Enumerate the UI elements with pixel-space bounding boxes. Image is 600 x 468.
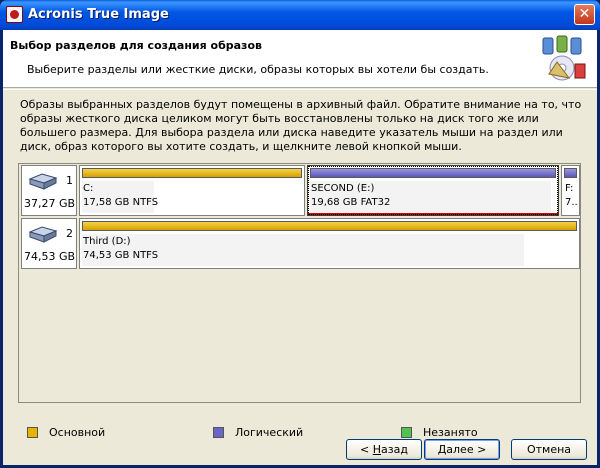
partition-info: 19,68 GB FAT32 <box>311 197 391 208</box>
cancel-button[interactable]: Отмена <box>511 439 587 460</box>
hard-disk-icon <box>28 226 58 243</box>
back-hotkey: Н <box>372 443 382 456</box>
partition-map: 1 37,27 GB C: 17,58 GB NTFS SECOND (E:) … <box>18 163 581 403</box>
disk-row-2: 2 74,53 GB Third (D:) 74,53 GB NTFS <box>21 218 580 269</box>
partition-type-bar <box>310 168 556 178</box>
page-title: Выбор разделов для создания образов <box>10 39 262 52</box>
logical-color-swatch <box>213 427 224 438</box>
legend-label: Основной <box>49 426 106 439</box>
header-divider <box>3 89 597 90</box>
legend-label: Логический <box>235 426 304 439</box>
disk-1-selector[interactable]: 1 37,27 GB <box>21 165 77 216</box>
partition-name: F: <box>565 183 574 194</box>
title-bar[interactable]: Acronis True Image ✕ <box>0 0 600 30</box>
partition-type-bar <box>564 168 577 178</box>
page-subtitle: Выберите разделы или жесткие диски, обра… <box>27 63 489 76</box>
wizard-header: Выбор разделов для создания образов Выбе… <box>3 30 597 88</box>
back-button[interactable]: < Назад <box>346 439 422 460</box>
unallocated-color-swatch <box>401 427 412 438</box>
partition-type-bar <box>82 221 577 231</box>
next-button[interactable]: Далее > <box>424 439 500 460</box>
legend-label: Незанято <box>423 426 478 439</box>
disk-number: 1 <box>66 174 73 187</box>
partition-info: 7.. <box>565 197 578 208</box>
disk-size: 74,53 GB <box>24 250 76 263</box>
close-button[interactable]: ✕ <box>574 4 595 25</box>
instructions-text: Образы выбранных разделов будут помещены… <box>20 98 582 153</box>
next-label: алее > <box>446 443 487 456</box>
partition-name: C: <box>83 183 94 194</box>
next-hotkey: Д <box>437 443 447 456</box>
partition-info: 74,53 GB NTFS <box>83 250 159 261</box>
app-window: Acronis True Image ✕ Выбор разделов для … <box>0 0 600 468</box>
disk-number: 2 <box>66 227 73 240</box>
primary-color-swatch <box>27 427 38 438</box>
partition-name: SECOND (E:) <box>311 183 375 194</box>
window-title: Acronis True Image <box>28 7 169 22</box>
partition-third-d[interactable]: Third (D:) 74,53 GB NTFS <box>79 218 580 269</box>
partition-type-bar <box>82 168 302 178</box>
acronis-app-icon <box>6 6 23 23</box>
partition-c[interactable]: C: 17,58 GB NTFS <box>79 165 305 216</box>
back-label: азад <box>381 443 408 456</box>
back-prefix: < <box>360 443 373 456</box>
partition-info: 17,58 GB NTFS <box>83 197 159 208</box>
disk-row-1: 1 37,27 GB C: 17,58 GB NTFS SECOND (E:) … <box>21 165 580 216</box>
partition-f[interactable]: F: 7.. <box>561 165 580 216</box>
disk-2-selector[interactable]: 2 74,53 GB <box>21 218 77 269</box>
partition-name: Third (D:) <box>83 236 131 247</box>
hard-disk-icon <box>28 173 58 190</box>
disk-image-wizard-icon <box>542 35 586 81</box>
partition-second-e[interactable]: SECOND (E:) 19,68 GB FAT32 <box>307 165 559 216</box>
disk-size: 37,27 GB <box>24 197 76 210</box>
wizard-client-area: Выбор разделов для создания образов Выбе… <box>3 30 597 465</box>
